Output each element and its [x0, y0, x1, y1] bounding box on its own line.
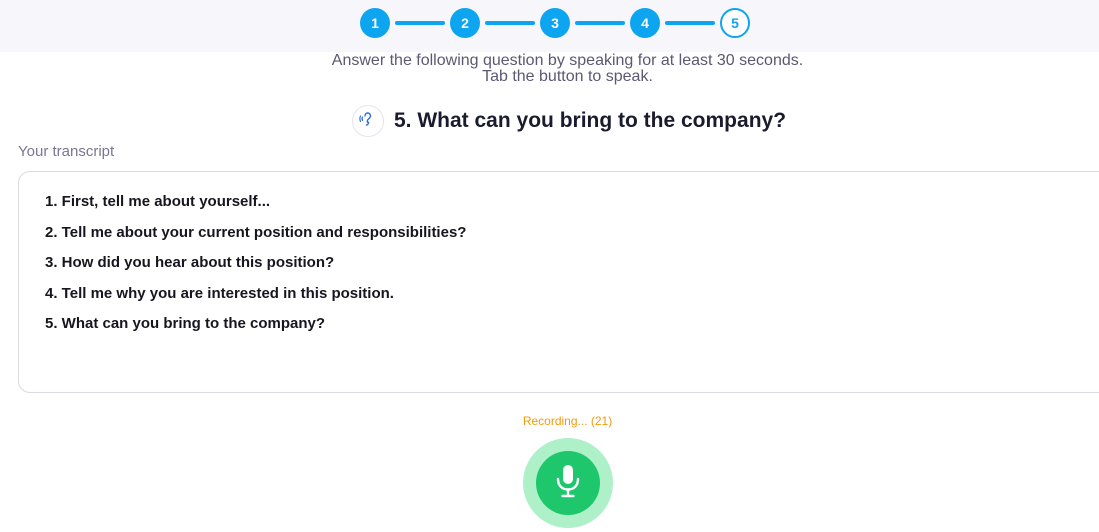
record-button-core[interactable] [536, 451, 600, 515]
step-5-current[interactable]: 5 [720, 8, 750, 38]
microphone-icon [553, 463, 583, 504]
transcript-list: 1. First, tell me about yourself... 2. T… [45, 193, 466, 346]
progress-header: 1 2 3 4 5 [0, 0, 1099, 52]
step-progress: 1 2 3 4 5 [360, 8, 760, 38]
step-connector [575, 21, 625, 25]
transcript-line: 5. What can you bring to the company? [45, 315, 326, 332]
step-4[interactable]: 4 [630, 8, 660, 38]
ear-sound-icon [359, 110, 377, 133]
record-button[interactable] [523, 438, 613, 528]
instruction-hint: Tab the button to speak. [482, 68, 653, 85]
step-connector [665, 21, 715, 25]
question-title: 5. What can you bring to the company? [394, 109, 787, 132]
step-1[interactable]: 1 [360, 8, 390, 38]
step-connector [395, 21, 445, 25]
transcript-line: 2. Tell me about your current position a… [45, 223, 467, 241]
transcript-line: 3. How did you hear about this position? [45, 254, 335, 271]
transcript-label: Your transcript [18, 143, 115, 160]
step-connector [485, 21, 535, 25]
transcript-line: 4. Tell me why you are interested in thi… [45, 284, 394, 302]
transcript-textarea[interactable]: 1. First, tell me about yourself... 2. T… [18, 171, 1099, 393]
transcript-line: 1. First, tell me about yourself... [45, 193, 271, 210]
recording-status: Recording... (21) [522, 414, 613, 428]
play-question-audio-button[interactable] [352, 105, 384, 137]
question-header: 5. What can you bring to the company? [352, 104, 786, 138]
step-3[interactable]: 3 [540, 8, 570, 38]
step-2[interactable]: 2 [450, 8, 480, 38]
instruction-text: Answer the following question by speakin… [331, 52, 804, 69]
